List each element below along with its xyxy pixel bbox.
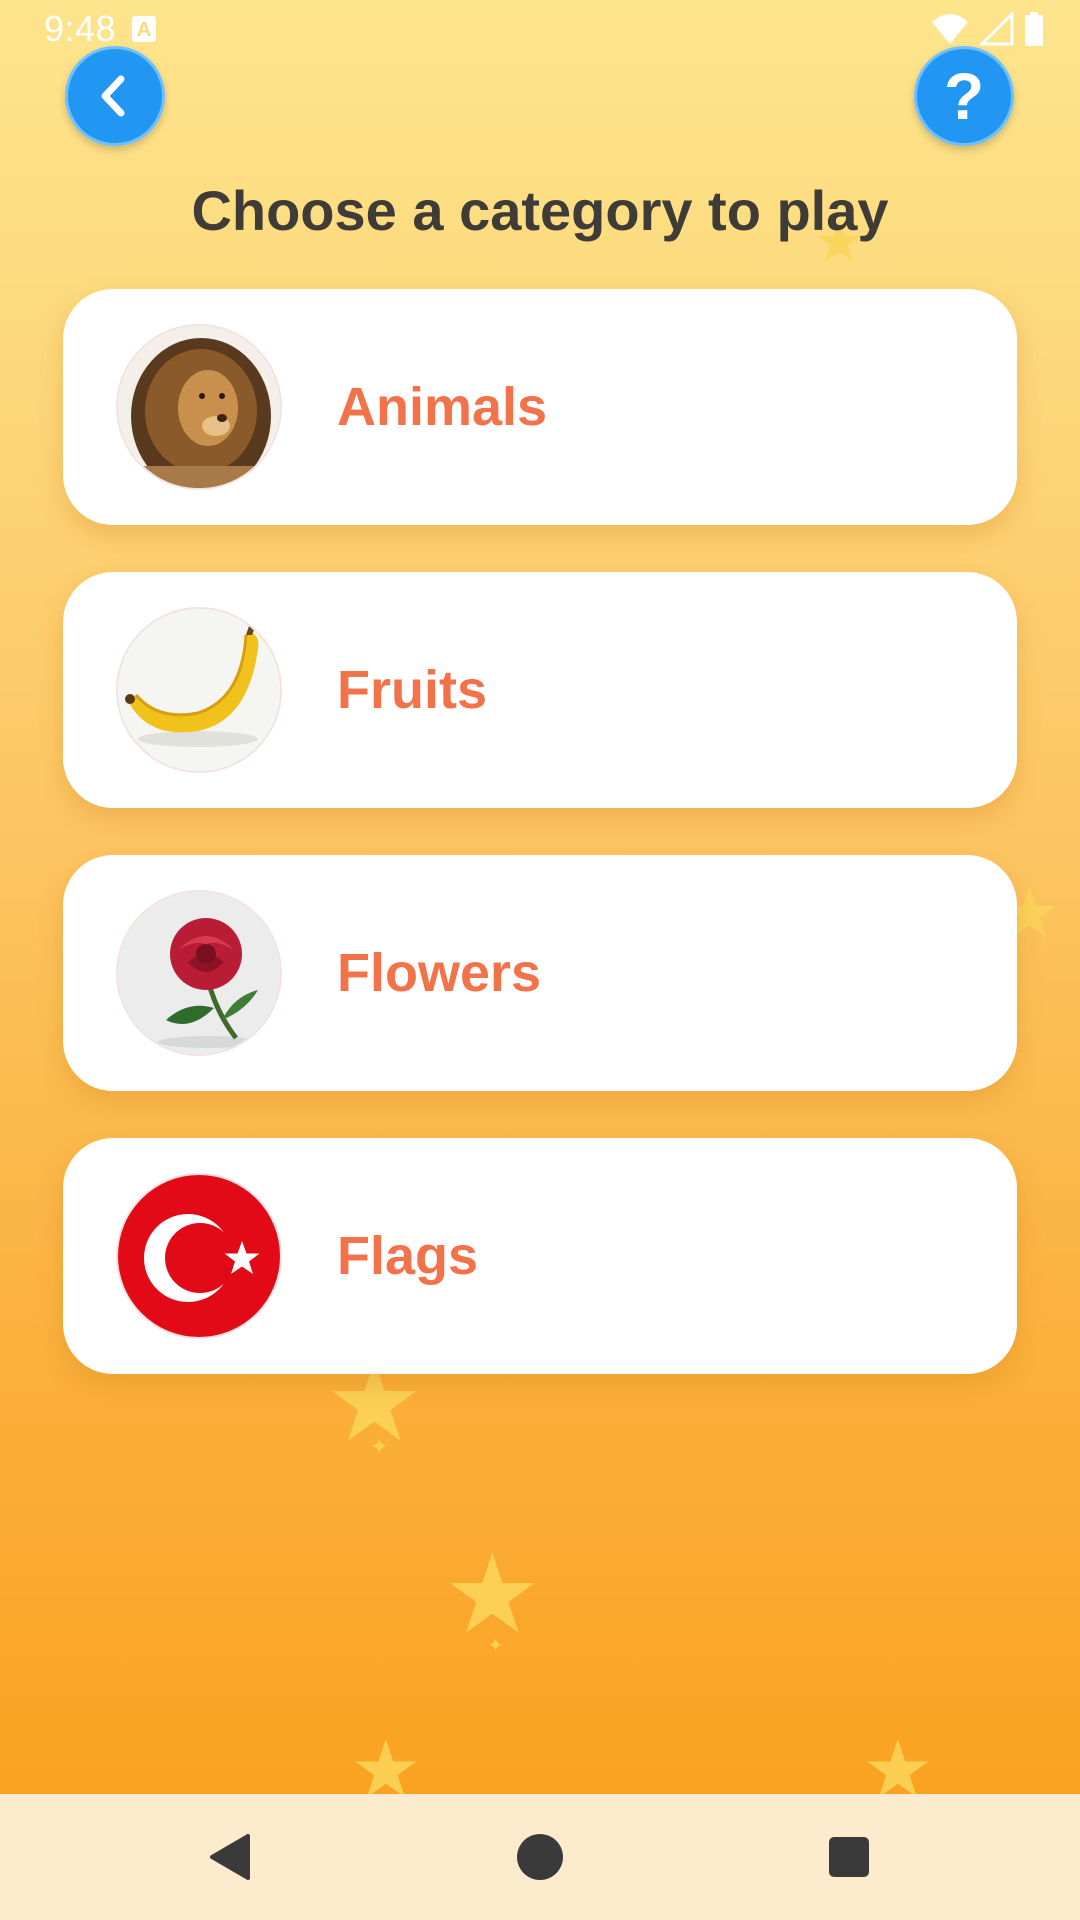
screen: ★ ★ ★ ✦ ★ ✦ ★ ★ 9:48 A ? Choose a catego… <box>0 0 1080 1920</box>
turkey-flag-image <box>116 1173 282 1339</box>
status-bar: 9:48 A <box>0 0 1080 60</box>
chevron-left-icon <box>101 75 125 117</box>
status-time: 9:48 <box>44 8 117 49</box>
help-button[interactable]: ? <box>914 46 1014 146</box>
system-nav-bar <box>0 1794 1080 1920</box>
banana-image <box>116 607 282 773</box>
star-decoration: ★ <box>443 1533 542 1656</box>
signal-icon <box>980 12 1014 46</box>
nav-recents-icon[interactable] <box>824 1832 874 1882</box>
category-card-fruits[interactable]: Fruits <box>63 572 1017 808</box>
category-label: Fruits <box>337 660 488 720</box>
star-decoration: ✦ <box>370 1434 389 1459</box>
category-label: Animals <box>337 377 548 437</box>
back-button[interactable] <box>65 46 165 146</box>
status-icons <box>930 12 1044 46</box>
page-title: Choose a category to play <box>191 179 889 242</box>
category-card-animals[interactable]: Animals <box>63 289 1017 525</box>
a-notification-icon: A <box>132 16 156 42</box>
wifi-icon <box>932 14 968 44</box>
category-label: Flowers <box>337 943 542 1003</box>
battery-icon <box>1025 12 1043 46</box>
lion-image <box>116 324 282 490</box>
nav-back-icon[interactable] <box>204 1832 254 1882</box>
nav-home-icon[interactable] <box>515 1832 565 1882</box>
rose-image <box>116 890 282 1056</box>
category-label: Flags <box>337 1226 479 1286</box>
question-mark-icon: ? <box>943 59 985 133</box>
category-card-flowers[interactable]: Flowers <box>63 855 1017 1091</box>
star-decoration: ✦ <box>487 1635 504 1657</box>
category-card-flags[interactable]: Flags <box>63 1138 1017 1374</box>
category-list: Animals Fruits Flowers Flags <box>63 289 1017 1421</box>
